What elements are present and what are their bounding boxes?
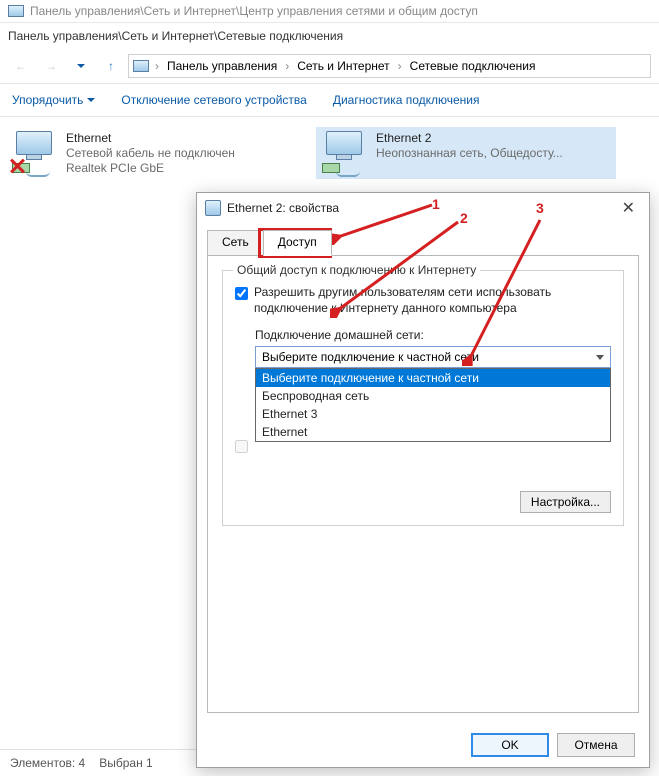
chevron-down-icon — [596, 355, 604, 360]
connection-name: Ethernet — [66, 131, 235, 145]
chevron-down-icon — [87, 98, 95, 102]
ok-button[interactable]: OK — [471, 733, 549, 757]
status-bar: Элементов: 4 Выбран 1 — [0, 749, 200, 776]
dialog-button-row: OK Отмена — [197, 723, 649, 767]
window-titlebar: Панель управления\Сеть и Интернет\Сетевы… — [0, 23, 659, 49]
combo-selected-text: Выберите подключение к частной сети — [262, 350, 479, 364]
dropdown-option[interactable]: Беспроводная сеть — [256, 387, 610, 405]
connection-list: Ethernet Сетевой кабель не подключен Rea… — [0, 117, 659, 189]
chevron-right-icon: › — [153, 59, 161, 73]
organize-menu[interactable]: Упорядочить — [8, 90, 99, 110]
network-adapter-icon — [320, 131, 368, 171]
connection-adapter: Realtek PCIe GbE — [66, 161, 235, 175]
connection-item-ethernet-2[interactable]: Ethernet 2 Неопознанная сеть, Общедосту.… — [316, 127, 616, 179]
settings-button[interactable]: Настройка... — [520, 491, 611, 513]
properties-dialog: Ethernet 2: свойства ✕ Сеть Доступ Общий… — [196, 192, 650, 768]
dropdown-option[interactable]: Ethernet — [256, 423, 610, 441]
toolbar: Упорядочить Отключение сетевого устройст… — [0, 84, 659, 117]
folder-icon — [133, 60, 149, 72]
connection-status: Неопознанная сеть, Общедосту... — [376, 146, 563, 160]
dropdown-option[interactable]: Выберите подключение к частной сети — [256, 369, 610, 387]
home-network-combo[interactable]: Выберите подключение к частной сети — [255, 346, 611, 368]
chevron-down-icon — [77, 64, 85, 68]
breadcrumb-item[interactable]: Сеть и Интернет — [293, 57, 393, 75]
disconnected-icon — [8, 157, 26, 175]
breadcrumb-item[interactable]: Сетевые подключения — [406, 57, 540, 75]
nav-forward-button[interactable]: → — [38, 53, 64, 79]
dropdown-option[interactable]: Ethernet 3 — [256, 405, 610, 423]
status-item-count: Элементов: 4 — [10, 756, 85, 770]
dialog-title: Ethernet 2: свойства — [227, 201, 610, 215]
breadcrumb: › Панель управления › Сеть и Интернет › … — [153, 57, 539, 75]
diagnose-button[interactable]: Диагностика подключения — [329, 90, 484, 110]
network-center-icon — [8, 5, 24, 17]
allow-sharing-checkbox[interactable] — [235, 287, 248, 300]
home-network-combo-wrap: Выберите подключение к частной сети Выбе… — [255, 346, 611, 368]
allow-control-checkbox — [235, 440, 248, 453]
nav-up-button[interactable]: ↑ — [98, 53, 124, 79]
home-network-dropdown: Выберите подключение к частной сети Бесп… — [255, 368, 611, 442]
background-window-title: Панель управления\Сеть и Интернет\Центр … — [30, 4, 478, 18]
nav-history-button[interactable] — [68, 53, 94, 79]
disable-device-button[interactable]: Отключение сетевого устройства — [117, 90, 310, 110]
tab-sharing[interactable]: Доступ — [263, 230, 332, 256]
tab-strip: Сеть Доступ — [197, 223, 649, 255]
chevron-right-icon: › — [283, 59, 291, 73]
network-adapter-icon — [10, 131, 58, 171]
nav-back-button[interactable]: ← — [8, 53, 34, 79]
dialog-titlebar[interactable]: Ethernet 2: свойства ✕ — [197, 193, 649, 223]
tab-network[interactable]: Сеть — [207, 230, 264, 256]
allow-sharing-label: Разрешить другим пользователям сети испо… — [254, 285, 611, 316]
cancel-button[interactable]: Отмена — [557, 733, 635, 757]
close-button[interactable]: ✕ — [616, 196, 641, 220]
allow-sharing-row: Разрешить другим пользователям сети испо… — [235, 285, 611, 316]
groupbox-title: Общий доступ к подключению к Интернету — [233, 263, 480, 277]
background-window-titlebar: Панель управления\Сеть и Интернет\Центр … — [0, 0, 659, 23]
connection-item-ethernet[interactable]: Ethernet Сетевой кабель не подключен Rea… — [6, 127, 306, 179]
breadcrumb-item[interactable]: Панель управления — [163, 57, 281, 75]
address-bar: ← → ↑ › Панель управления › Сеть и Интер… — [0, 49, 659, 84]
adapter-icon — [205, 200, 221, 216]
connection-name: Ethernet 2 — [376, 131, 563, 145]
tab-panel-sharing: Общий доступ к подключению к Интернету Р… — [207, 255, 639, 713]
chevron-right-icon: › — [396, 59, 404, 73]
connection-status: Сетевой кабель не подключен — [66, 146, 235, 160]
status-selected-count: Выбран 1 — [99, 756, 152, 770]
window-title: Панель управления\Сеть и Интернет\Сетевы… — [8, 29, 343, 43]
ics-groupbox: Общий доступ к подключению к Интернету Р… — [222, 270, 624, 526]
home-network-label: Подключение домашней сети: — [255, 328, 611, 342]
organize-label: Упорядочить — [12, 93, 83, 107]
address-field[interactable]: › Панель управления › Сеть и Интернет › … — [128, 54, 651, 78]
